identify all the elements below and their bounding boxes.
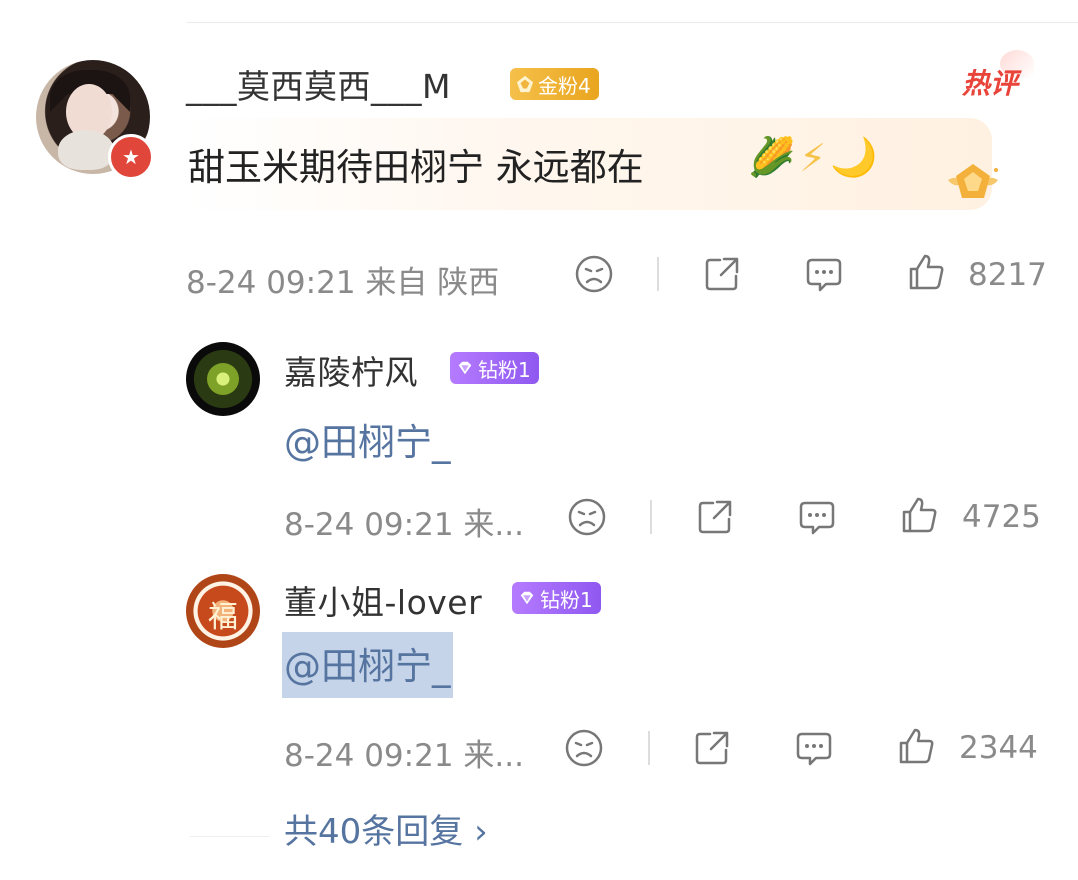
like-count: 8217 [968,257,1047,293]
view-more-replies-link[interactable]: 共40条回复 › [284,804,488,853]
avatar-cat [58,130,114,170]
mention-link-selected[interactable]: @田栩宁_ [282,632,453,698]
comment-meta: 8-24 09:21 来自 陕西 [186,265,500,301]
like-count: 4725 [962,499,1041,535]
dislike-face-icon[interactable] [567,497,607,537]
emoji-row: 🌽 ⚡ 🌙 [748,135,877,180]
top-divider [186,22,1078,23]
fan-level-badge[interactable]: 钻粉1 [512,582,601,614]
fan-level-badge[interactable]: 钻粉1 [450,352,539,384]
moon-icon: 🌙 [830,135,878,179]
mention-link[interactable]: @田栩宁_ [284,412,451,466]
dislike-face-icon[interactable] [564,728,604,768]
reply-username[interactable]: 嘉陵柠风 [284,346,418,394]
fan-badge-label: 钻粉1 [540,587,593,612]
share-icon[interactable] [702,254,742,294]
fan-level-badge[interactable]: 金粉4 [510,68,599,100]
reply-avatar[interactable] [186,342,260,416]
action-divider [648,731,650,765]
share-icon[interactable] [695,497,735,537]
reply-bubble-icon[interactable] [794,728,834,768]
comment-text[interactable]: 甜玉米期待田栩宁 永远都在 [188,137,644,191]
share-icon[interactable] [692,728,732,768]
reply-username[interactable]: 董小姐-lover [284,576,482,624]
gold-gem-icon [516,75,534,93]
like-thumb-icon[interactable] [896,726,936,766]
like-count: 2344 [959,730,1038,766]
avatar-fu-text: 福 [208,600,238,635]
action-divider [657,257,659,291]
diamond-icon [520,591,534,605]
reply-avatar[interactable]: 福 [186,574,260,648]
fan-badge-label: 钻粉1 [478,357,531,382]
diamond-icon [458,361,472,375]
like-thumb-icon[interactable] [899,495,939,535]
username[interactable]: ___莫西莫西___M [186,60,451,108]
fan-badge-label: 金粉4 [538,73,591,98]
lightning-icon: ⚡ [799,135,827,180]
action-divider [650,500,652,534]
medal-icon [948,164,998,198]
hot-comment-label: 热评 [962,67,1019,100]
like-thumb-icon[interactable] [906,252,946,292]
bottom-divider [190,836,270,837]
corn-icon: 🌽 [748,135,796,179]
reply-bubble-icon[interactable] [797,497,837,537]
reply-meta: 8-24 09:21 来... [284,738,524,774]
reply-meta: 8-24 09:21 来... [284,507,524,543]
dislike-face-icon[interactable] [574,254,614,294]
verified-star-icon: ★ [108,134,154,180]
reply-bubble-icon[interactable] [804,254,844,294]
